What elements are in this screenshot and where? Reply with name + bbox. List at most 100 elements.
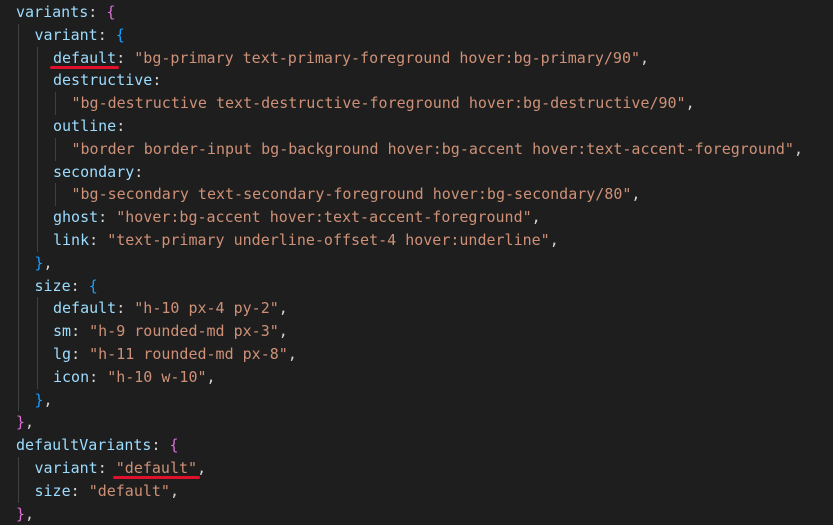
code-token: , bbox=[197, 459, 207, 477]
code-line[interactable]: sm: "h-9 rounded-md px-3", bbox=[53, 320, 288, 343]
code-token: { bbox=[106, 3, 116, 21]
code-token: , bbox=[25, 504, 35, 523]
indent-guide bbox=[18, 115, 19, 138]
indent-guide bbox=[36, 160, 38, 184]
code-token: { bbox=[88, 276, 98, 295]
indent-guide bbox=[36, 115, 38, 138]
indent-guide bbox=[18, 457, 19, 480]
code-token: : bbox=[116, 48, 135, 67]
code-token: destructive bbox=[53, 71, 153, 90]
code-token: , bbox=[43, 253, 53, 272]
indent-guide bbox=[36, 320, 38, 343]
code-token: default bbox=[53, 299, 117, 318]
code-line[interactable]: size: "default", bbox=[35, 480, 180, 503]
code-line[interactable]: outline: bbox=[53, 115, 125, 138]
code-line[interactable]: size: { bbox=[35, 275, 98, 298]
code-line[interactable]: variant: { bbox=[35, 24, 125, 47]
code-token: variant bbox=[34, 459, 98, 477]
code-token: } bbox=[34, 390, 44, 409]
code-token: : bbox=[152, 71, 162, 90]
indent-guide bbox=[18, 343, 19, 366]
code-token: : bbox=[97, 459, 116, 477]
code-token: , bbox=[793, 139, 803, 158]
code-token: "h-11 rounded-md px-8" bbox=[89, 345, 288, 363]
indent-guide bbox=[18, 183, 19, 207]
code-token: : bbox=[70, 481, 89, 500]
indent-guide bbox=[36, 183, 38, 207]
code-token: "h-10 px-4 py-2" bbox=[134, 299, 279, 318]
code-line[interactable]: icon: "h-10 w-10", bbox=[53, 366, 216, 389]
code-token: , bbox=[43, 390, 53, 409]
code-line[interactable]: secondary: bbox=[53, 161, 143, 184]
code-token: : bbox=[116, 299, 135, 318]
indent-guide bbox=[36, 69, 38, 93]
code-line[interactable]: default: "h-10 px-4 py-2", bbox=[53, 297, 288, 320]
indent-guide bbox=[18, 479, 19, 503]
code-token: variant bbox=[34, 25, 98, 44]
code-line[interactable]: default: "bg-primary text-primary-foregr… bbox=[53, 47, 649, 70]
code-token: "h-9 rounded-md px-3" bbox=[89, 322, 279, 341]
indent-guide bbox=[18, 297, 19, 321]
indent-guide bbox=[36, 46, 38, 70]
indent-guide bbox=[36, 229, 38, 252]
code-token: variants bbox=[16, 3, 89, 21]
indent-guide bbox=[55, 183, 56, 207]
indent-guide bbox=[36, 137, 38, 161]
code-token: icon bbox=[53, 367, 90, 386]
code-token: : bbox=[98, 208, 117, 227]
code-token: : bbox=[89, 367, 108, 386]
code-editor[interactable]: variants: {variant: {default: "bg-primar… bbox=[0, 0, 833, 523]
code-token: sm bbox=[53, 322, 72, 341]
code-token: , bbox=[278, 299, 288, 318]
code-line[interactable]: "bg-secondary text-secondary-foreground … bbox=[72, 183, 641, 206]
code-line[interactable]: variants: { bbox=[16, 1, 115, 24]
code-line[interactable]: }, bbox=[35, 389, 53, 412]
indent-guide bbox=[18, 388, 19, 412]
code-line[interactable]: defaultVariants: { bbox=[16, 434, 179, 457]
default-value-underline bbox=[112, 476, 201, 479]
indent-guide bbox=[36, 206, 38, 229]
code-line[interactable]: }, bbox=[35, 252, 53, 275]
code-token: : bbox=[151, 436, 170, 455]
code-token: "h-10 w-10" bbox=[107, 367, 207, 386]
code-line[interactable]: destructive: bbox=[53, 69, 161, 92]
code-token: link bbox=[53, 231, 90, 249]
code-line[interactable]: link: "text-primary underline-offset-4 h… bbox=[53, 229, 559, 252]
code-token: } bbox=[16, 504, 26, 523]
code-token: ghost bbox=[53, 208, 99, 227]
indent-guide bbox=[18, 274, 19, 298]
indent-guide bbox=[18, 137, 19, 161]
code-token: : bbox=[71, 322, 90, 341]
code-token: "hover:bg-accent hover:text-accent-foreg… bbox=[116, 208, 532, 227]
code-line[interactable]: }, bbox=[16, 411, 34, 434]
code-token: : bbox=[88, 3, 107, 21]
code-token: : bbox=[70, 276, 89, 295]
indent-guide bbox=[55, 92, 56, 115]
code-token: secondary bbox=[53, 162, 135, 181]
code-token: , bbox=[169, 481, 179, 500]
indent-guide bbox=[18, 69, 19, 93]
code-token: "bg-primary text-primary-foreground hove… bbox=[134, 48, 641, 67]
code-line[interactable]: }, bbox=[16, 503, 34, 525]
code-token: default bbox=[53, 48, 117, 67]
code-token: size bbox=[34, 276, 71, 295]
code-line[interactable]: "bg-destructive text-destructive-foregro… bbox=[72, 92, 695, 115]
indent-guide bbox=[55, 137, 56, 161]
code-line[interactable]: "border border-input bg-background hover… bbox=[72, 138, 804, 161]
code-token: , bbox=[278, 322, 288, 341]
code-token: : bbox=[71, 345, 90, 363]
code-token: : bbox=[134, 162, 144, 181]
code-line[interactable]: ghost: "hover:bg-accent hover:text-accen… bbox=[53, 206, 541, 229]
code-line[interactable]: lg: "h-11 rounded-md px-8", bbox=[53, 343, 297, 366]
default-key-underline bbox=[50, 65, 120, 69]
indent-guide bbox=[18, 46, 19, 70]
indent-guide bbox=[36, 92, 38, 115]
code-token: size bbox=[34, 481, 71, 500]
code-token: , bbox=[685, 94, 695, 113]
code-token: { bbox=[169, 436, 179, 455]
code-token: "text-primary underline-offset-4 hover:u… bbox=[107, 231, 550, 249]
indent-guide bbox=[18, 23, 19, 47]
code-token: "default" bbox=[115, 459, 198, 477]
code-token: } bbox=[34, 253, 44, 272]
indent-guide bbox=[18, 206, 19, 229]
